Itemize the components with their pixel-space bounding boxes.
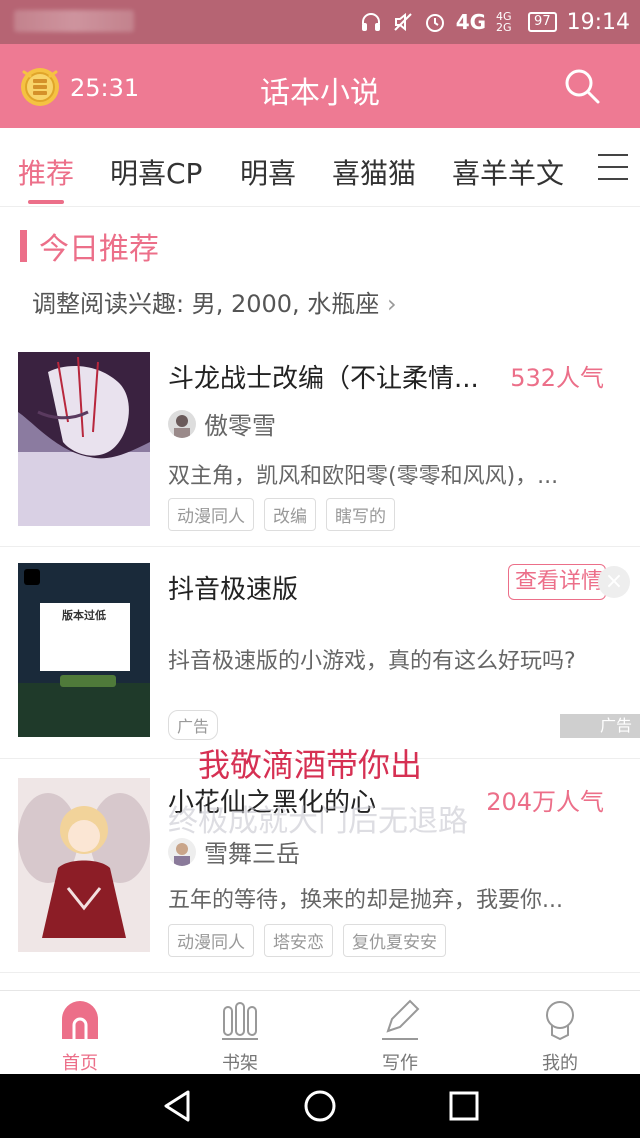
clock: 19:14	[566, 9, 630, 35]
divider	[0, 972, 640, 973]
recents-icon[interactable]	[446, 1088, 482, 1124]
avatar	[168, 409, 196, 438]
story-tags: 动漫同人 改编 瞎写的	[168, 498, 395, 531]
story-description: 五年的等待，换来的却是抛弃，我要你...	[168, 888, 563, 913]
overlay-text: 我敬滴酒带你出	[198, 746, 423, 784]
tag[interactable]: 动漫同人	[168, 924, 254, 957]
story-cover[interactable]	[18, 352, 150, 526]
search-icon	[565, 69, 600, 104]
reading-preference-text: 调整阅读兴趣: 男, 2000, 水瓶座	[32, 290, 380, 318]
chevron-right-icon: ›	[386, 290, 397, 318]
page-title: 话本小说	[260, 76, 380, 111]
signal-icon: 4G 2G	[496, 10, 512, 34]
story-author[interactable]: 傲零雪	[168, 406, 276, 441]
system-nav-bar	[0, 1074, 640, 1138]
nav-label: 首页	[62, 1053, 98, 1074]
ad-description: 抖音极速版的小游戏，真的有这么好玩吗?	[168, 649, 576, 674]
alarm-icon	[424, 11, 446, 33]
ad-cover[interactable]: 版本过低	[18, 563, 150, 737]
view-details-button[interactable]: 查看详情	[508, 564, 606, 600]
story-cover[interactable]	[18, 778, 150, 952]
story-popularity: 204万人气	[486, 788, 604, 816]
nav-home[interactable]: 首页	[30, 999, 130, 1075]
bookshelf-icon	[222, 1002, 258, 1040]
back-icon[interactable]	[160, 1088, 196, 1124]
tab-mingxi-cp[interactable]: 明喜CP	[110, 152, 202, 192]
ad-corner-mark: 广告	[560, 714, 640, 738]
tag[interactable]: 复仇夏安安	[343, 924, 446, 957]
story-card[interactable]: 小花仙之黑化的心 204万人气 雪舞三岳 五年的等待，换来的却是抛弃，我要你..…	[0, 760, 640, 970]
reading-preference-link[interactable]: 调整阅读兴趣: 男, 2000, 水瓶座 ›	[32, 284, 397, 319]
nav-write[interactable]: 写作	[350, 999, 450, 1075]
tag[interactable]: 动漫同人	[168, 498, 254, 531]
category-tabs: 推荐 明喜CP 明喜 喜猫猫 喜羊羊文	[0, 128, 640, 207]
home-icon	[62, 1001, 98, 1039]
tab-indicator	[28, 200, 64, 204]
nav-label: 写作	[382, 1053, 418, 1074]
status-bar: 4G 4G 2G 97 19:14	[0, 0, 640, 44]
ad-cover-heading: 版本过低	[62, 609, 106, 622]
section-title: 今日推荐	[39, 232, 159, 267]
tag[interactable]: 改编	[264, 498, 316, 531]
section-accent-bar	[20, 230, 27, 262]
section-header: 今日推荐	[20, 224, 159, 268]
search-button[interactable]	[562, 66, 602, 106]
network-type: 4G	[455, 10, 487, 34]
mute-icon	[392, 11, 414, 33]
tag[interactable]: 塔安恋	[264, 924, 333, 957]
status-notifications	[14, 10, 134, 32]
headphones-icon	[360, 11, 382, 33]
tab-xiyangyang[interactable]: 喜羊羊文	[452, 152, 564, 192]
profile-icon	[546, 1001, 574, 1041]
tab-menu-button[interactable]	[598, 154, 628, 180]
story-card[interactable]: 斗龙战士改编（不让柔情... 532人气 傲零雪 双主角，凯风和欧阳零(零零和风…	[0, 350, 640, 546]
pencil-icon	[382, 999, 420, 1040]
ad-title: 抖音极速版	[168, 575, 299, 605]
nav-bookshelf[interactable]: 书架	[190, 999, 290, 1075]
nav-profile[interactable]: 我的	[510, 999, 610, 1075]
bottom-nav: 首页 书架 写作 我的	[0, 990, 640, 1075]
tab-mingxi[interactable]: 明喜	[240, 152, 296, 192]
nav-label: 我的	[542, 1053, 578, 1074]
avatar	[168, 837, 196, 866]
tab-recommend[interactable]: 推荐	[18, 152, 74, 192]
tag[interactable]: 瞎写的	[326, 498, 395, 531]
ad-mark-text: 广告	[600, 716, 633, 735]
overlay-text: 终极成就大门后无退路	[168, 804, 468, 839]
app-header: 25:31 话本小说	[0, 44, 640, 128]
story-description: 双主角，凯风和欧阳零(零零和风风)，...	[168, 464, 559, 489]
story-tags: 动漫同人 塔安恋 复仇夏安安	[168, 924, 446, 957]
battery-icon: 97	[528, 12, 557, 32]
author-name: 傲零雪	[204, 412, 276, 440]
tab-ximaomao[interactable]: 喜猫猫	[332, 152, 416, 192]
home-circle-icon[interactable]	[302, 1088, 338, 1124]
ad-badge: 广告	[168, 710, 219, 740]
story-popularity: 532人气	[510, 364, 604, 392]
nav-label: 书架	[222, 1053, 258, 1074]
story-title: 斗龙战士改编（不让柔情...	[168, 364, 479, 394]
close-ad-button[interactable]: ×	[598, 566, 630, 598]
